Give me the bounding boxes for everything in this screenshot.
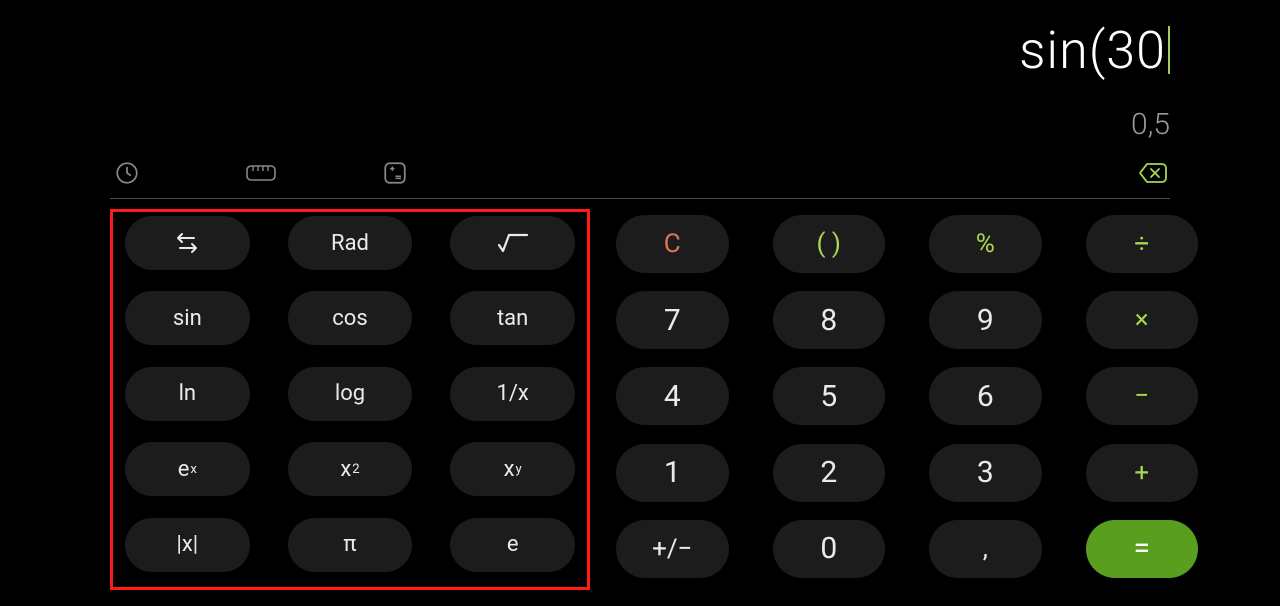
- e-button[interactable]: e: [450, 518, 575, 572]
- digit-8-button[interactable]: 8: [773, 291, 886, 349]
- divider: [110, 198, 1170, 199]
- unit-converter-button[interactable]: [378, 156, 412, 190]
- sqrt-icon: [496, 231, 530, 255]
- log-button[interactable]: log: [288, 367, 413, 421]
- ln-button[interactable]: ln: [125, 367, 250, 421]
- abs-button[interactable]: |x|: [125, 518, 250, 572]
- x-squared-button[interactable]: x2: [288, 442, 413, 496]
- e-power-x-button[interactable]: ex: [125, 442, 250, 496]
- tan-button[interactable]: tan: [450, 291, 575, 345]
- sqrt-button[interactable]: [450, 216, 575, 270]
- toggle-second-button[interactable]: [125, 216, 250, 270]
- x-power-y-base: x: [504, 457, 515, 482]
- ruler-icon: [246, 163, 276, 183]
- decimal-button[interactable]: ,: [929, 520, 1042, 578]
- ruler-button[interactable]: [244, 156, 278, 190]
- divide-button[interactable]: ÷: [1086, 215, 1199, 273]
- calculator-icon: [382, 160, 408, 186]
- keypad: Rad sin cos tan ln log 1/x ex x2 xy |x|: [0, 205, 1280, 606]
- backspace-button[interactable]: [1136, 156, 1170, 190]
- digit-5-button[interactable]: 5: [773, 367, 886, 425]
- backspace-icon: [1137, 161, 1169, 185]
- rad-button[interactable]: Rad: [288, 216, 413, 270]
- plus-button[interactable]: +: [1086, 444, 1199, 502]
- scientific-panel: Rad sin cos tan ln log 1/x ex x2 xy |x|: [110, 209, 590, 590]
- swap-icon: [172, 230, 202, 256]
- cos-button[interactable]: cos: [288, 291, 413, 345]
- history-icon: [114, 160, 140, 186]
- e-power-x-base: e: [178, 457, 190, 482]
- equals-button[interactable]: =: [1086, 520, 1199, 578]
- digit-7-button[interactable]: 7: [616, 291, 729, 349]
- x-power-y-sup: y: [515, 462, 521, 477]
- sin-button[interactable]: sin: [125, 291, 250, 345]
- x-power-y-button[interactable]: xy: [450, 442, 575, 496]
- percent-button[interactable]: %: [929, 215, 1042, 273]
- digit-1-button[interactable]: 1: [616, 444, 729, 502]
- parentheses-button[interactable]: ( ): [773, 215, 886, 273]
- clear-button[interactable]: C: [616, 215, 729, 273]
- toolbar: [0, 142, 1280, 198]
- display-area: sin(30 0,5: [0, 0, 1280, 142]
- digit-4-button[interactable]: 4: [616, 367, 729, 425]
- sign-button[interactable]: +/−: [616, 520, 729, 578]
- digit-6-button[interactable]: 6: [929, 367, 1042, 425]
- digit-3-button[interactable]: 3: [929, 444, 1042, 502]
- reciprocal-button[interactable]: 1/x: [450, 367, 575, 421]
- multiply-button[interactable]: ×: [1086, 291, 1199, 349]
- pi-button[interactable]: π: [288, 518, 413, 572]
- x-squared-sup: 2: [352, 462, 359, 477]
- digit-0-button[interactable]: 0: [773, 520, 886, 578]
- history-button[interactable]: [110, 156, 144, 190]
- digit-9-button[interactable]: 9: [929, 291, 1042, 349]
- result-text: 0,5: [110, 107, 1170, 142]
- calculator-app: sin(30 0,5: [0, 0, 1280, 606]
- digit-2-button[interactable]: 2: [773, 444, 886, 502]
- e-power-x-sup: x: [190, 462, 197, 477]
- numeric-panel: C ( ) % ÷ 7 8 9 × 4 5 6 − 1 2 3 + +/− 0 …: [604, 209, 1198, 590]
- expression-text: sin(30: [1019, 20, 1170, 81]
- minus-button[interactable]: −: [1086, 367, 1199, 425]
- x-squared-base: x: [340, 457, 351, 482]
